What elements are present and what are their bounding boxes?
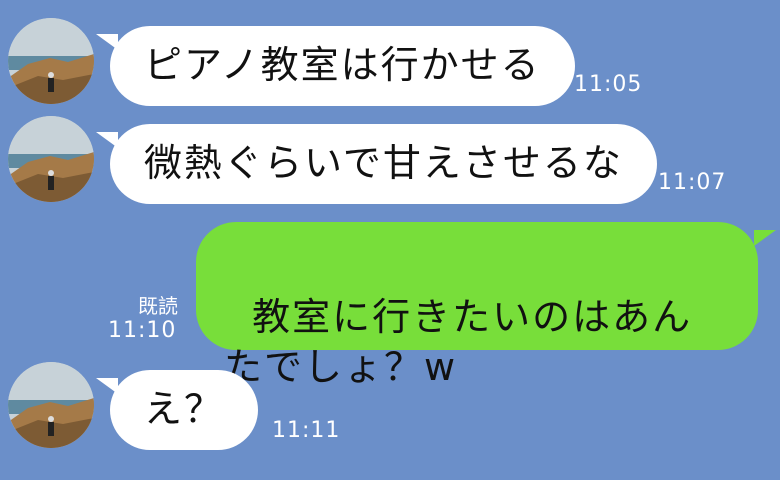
avatar[interactable] [8,362,94,448]
incoming-message-bubble[interactable]: え？ [110,370,259,450]
message-text: ピアノ教室は行かせる [144,43,541,88]
profile-photo-icon [8,18,94,104]
message-text: 微熱ぐらいで甘えさせるな [144,141,623,186]
avatar[interactable] [8,116,94,202]
profile-photo-icon [8,116,94,202]
message-timestamp: 11:05 [574,72,643,97]
incoming-message-bubble[interactable]: ピアノ教室は行かせる [110,26,575,106]
incoming-message-bubble[interactable]: 微熱ぐらいで甘えさせるな [110,124,657,204]
bubble-tail [754,230,776,246]
message-text: え？ [144,387,225,432]
message-timestamp: 11:11 [272,418,341,443]
outgoing-message-bubble[interactable]: 教室に行きたいのはあんたでしょ？w [196,222,758,389]
profile-photo-icon [8,362,94,448]
avatar[interactable] [8,18,94,104]
read-receipt: 既読 [138,294,178,318]
message-timestamp: 11:10 [108,318,177,343]
message-text: 教室に行きたいのはあんたでしょ？w [224,295,693,389]
message-timestamp: 11:07 [658,170,727,195]
